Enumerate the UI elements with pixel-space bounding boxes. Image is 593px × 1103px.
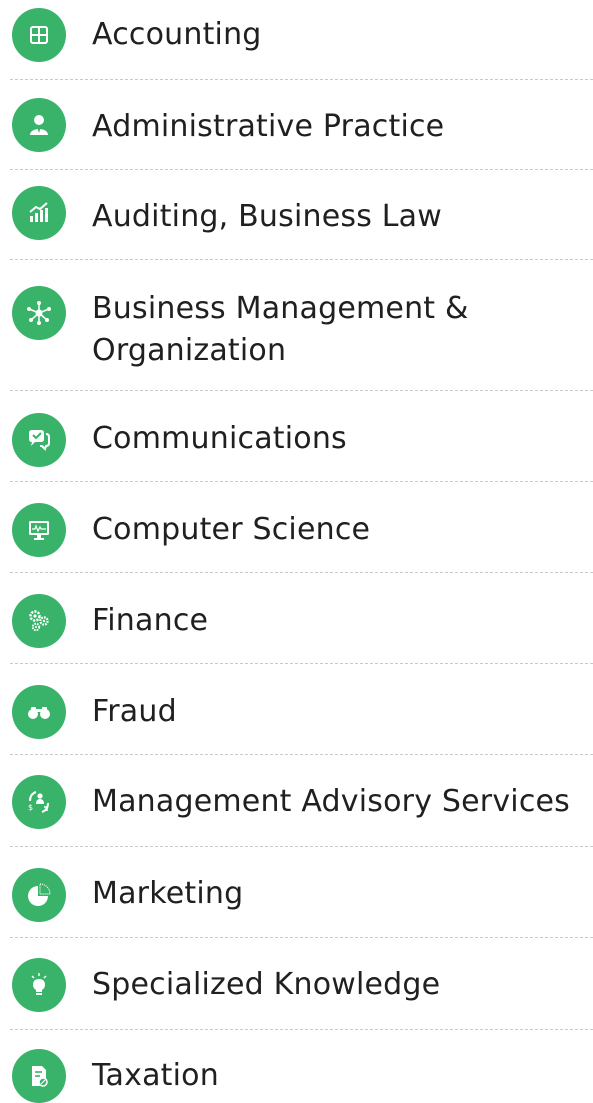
category-label: Administrative Practice <box>92 109 445 144</box>
category-label: Taxation <box>92 1058 219 1093</box>
people-cycle-icon: $ <box>12 775 66 829</box>
category-list: Accounting Administrative Practice Audit… <box>0 0 593 1103</box>
pie-chart-icon <box>12 868 66 922</box>
lightbulb-icon <box>12 958 66 1012</box>
category-label: Auditing, Business Law <box>92 199 443 234</box>
category-label: Marketing <box>92 876 244 911</box>
category-item-accounting[interactable]: Accounting <box>0 0 593 80</box>
tax-document-icon <box>12 1049 66 1103</box>
gears-icon <box>12 594 66 648</box>
category-item-administrative-practice[interactable]: Administrative Practice <box>0 80 593 170</box>
grid-icon <box>12 8 66 62</box>
category-label: Business Management & Organization <box>92 291 469 368</box>
category-label: Management Advisory Services <box>92 784 570 819</box>
category-item-marketing[interactable]: Marketing <box>0 847 593 938</box>
category-item-management-advisory-services[interactable]: $ Management Advisory Services <box>0 755 593 847</box>
category-item-computer-science[interactable]: Computer Science <box>0 482 593 572</box>
category-label: Accounting <box>92 17 262 52</box>
growth-chart-icon <box>12 186 66 240</box>
category-item-specialized-knowledge[interactable]: Specialized Knowledge <box>0 938 593 1030</box>
category-label: Specialized Knowledge <box>92 967 441 1002</box>
category-label: Finance <box>92 603 209 638</box>
category-label: Computer Science <box>92 512 371 547</box>
category-item-fraud[interactable]: Fraud <box>0 664 593 754</box>
svg-text:$: $ <box>28 803 33 812</box>
category-label: Fraud <box>92 694 177 729</box>
category-item-auditing-business-law[interactable]: Auditing, Business Law <box>0 170 593 260</box>
category-item-communications[interactable]: Communications <box>0 391 593 481</box>
monitor-icon <box>12 503 66 557</box>
person-icon <box>12 98 66 152</box>
binoculars-icon <box>12 685 66 739</box>
category-item-business-management-organization[interactable]: Business Management & Organization <box>0 260 593 390</box>
category-label: Communications <box>92 421 347 456</box>
chat-bubbles-icon <box>12 413 66 467</box>
category-item-finance[interactable]: Finance <box>0 573 593 663</box>
category-item-taxation[interactable]: Taxation <box>0 1030 593 1103</box>
network-icon <box>12 286 66 340</box>
